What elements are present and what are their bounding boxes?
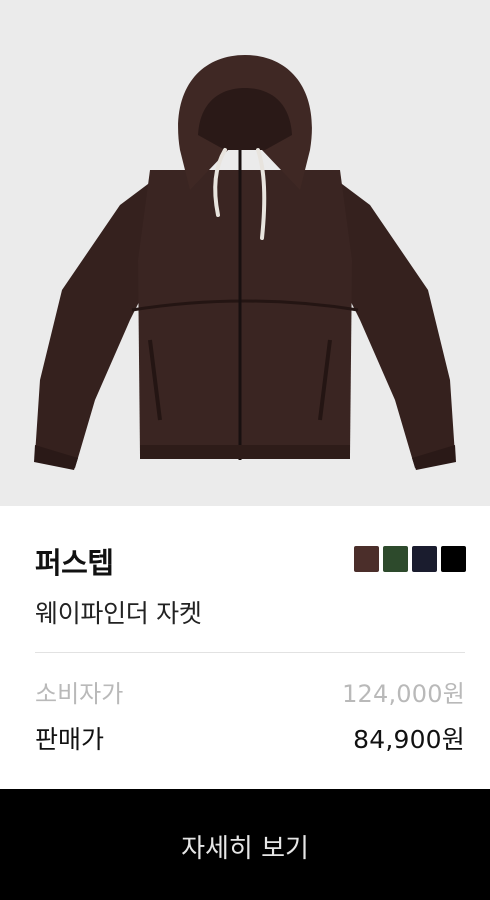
msrp-value: 124,000원 [342, 680, 465, 708]
msrp-label: 소비자가 [35, 680, 124, 708]
view-details-label: 자세히 보기 [181, 834, 309, 864]
product-image[interactable] [0, 0, 490, 506]
color-swatch-list [354, 546, 466, 572]
msrp-row: 소비자가 124,000원 [35, 674, 465, 709]
color-swatch-green[interactable] [383, 546, 408, 572]
color-swatch-black[interactable] [441, 546, 466, 572]
divider [35, 652, 465, 653]
product-card: 퍼스텝 웨이파인더 자켓 소비자가 124,000원 판매가 84,900원 자… [0, 0, 490, 900]
sale-price-label: 판매가 [35, 725, 105, 754]
sale-price-row: 판매가 84,900원 [35, 720, 465, 756]
product-name: 웨이파인더 자켓 [35, 599, 202, 628]
color-swatch-brown[interactable] [354, 546, 379, 572]
brand-name: 퍼스텝 [35, 546, 114, 580]
view-details-button[interactable]: 자세히 보기 [0, 789, 490, 900]
jacket-illustration [34, 55, 456, 470]
sale-price-value: 84,900원 [353, 725, 465, 754]
color-swatch-navy[interactable] [412, 546, 437, 572]
